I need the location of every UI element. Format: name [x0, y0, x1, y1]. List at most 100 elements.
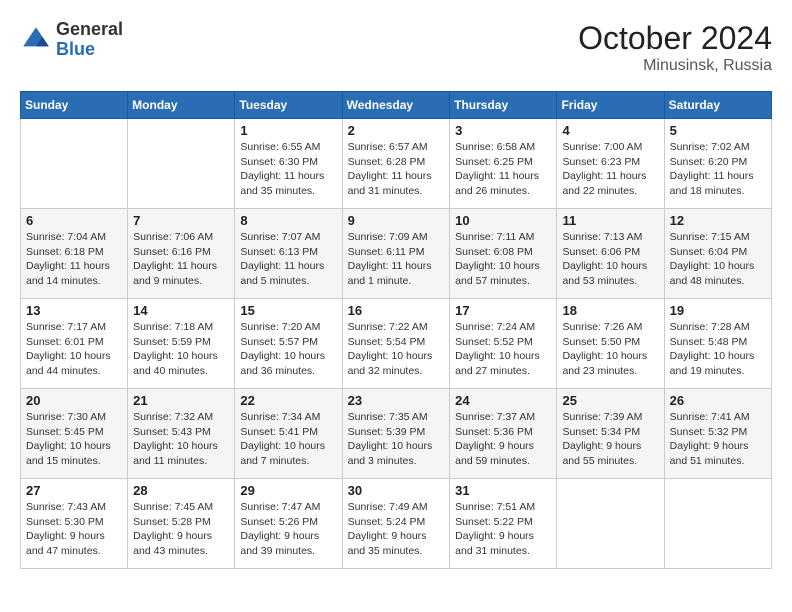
day-info: Sunrise: 7:45 AM Sunset: 5:28 PM Dayligh…: [133, 500, 229, 559]
calendar-cell: 2 Sunrise: 6:57 AM Sunset: 6:28 PM Daylig…: [342, 119, 450, 209]
day-number: 13: [26, 303, 122, 318]
calendar-week-2: 6 Sunrise: 7:04 AM Sunset: 6:18 PM Daylig…: [21, 209, 772, 299]
calendar-cell: 5Sunrise: 7:02 AM Sunset: 6:20 PM Daylig…: [664, 119, 771, 209]
day-number: 15: [240, 303, 336, 318]
day-number: 5: [670, 123, 766, 138]
day-number: 1: [240, 123, 336, 138]
day-info: Sunrise: 6:58 AM Sunset: 6:25 PM Dayligh…: [455, 140, 551, 199]
day-header-thursday: Thursday: [450, 92, 557, 119]
day-header-tuesday: Tuesday: [235, 92, 342, 119]
calendar-cell: 20Sunrise: 7:30 AM Sunset: 5:45 PM Dayli…: [21, 389, 128, 479]
day-header-monday: Monday: [128, 92, 235, 119]
calendar-cell: [21, 119, 128, 209]
day-number: 6: [26, 213, 122, 228]
logo-general: General: [56, 20, 123, 40]
day-header-saturday: Saturday: [664, 92, 771, 119]
calendar-cell: 13 Sunrise: 7:17 AM Sunset: 6:01 PM Dayli…: [21, 299, 128, 389]
calendar-cell: 6 Sunrise: 7:04 AM Sunset: 6:18 PM Daylig…: [21, 209, 128, 299]
day-info: Sunrise: 7:07 AM Sunset: 6:13 PM Dayligh…: [240, 230, 336, 289]
day-info: Sunrise: 7:09 AM Sunset: 6:11 PM Dayligh…: [348, 230, 445, 289]
logo-blue: Blue: [56, 40, 123, 60]
day-header-sunday: Sunday: [21, 92, 128, 119]
day-info: Sunrise: 7:43 AM Sunset: 5:30 PM Dayligh…: [26, 500, 122, 559]
day-number: 12: [670, 213, 766, 228]
day-info: Sunrise: 7:00 AM Sunset: 6:23 PM Dayligh…: [562, 140, 658, 199]
calendar-cell: 3 Sunrise: 6:58 AM Sunset: 6:25 PM Daylig…: [450, 119, 557, 209]
day-number: 19: [670, 303, 766, 318]
day-number: 9: [348, 213, 445, 228]
day-info: Sunrise: 7:32 AM Sunset: 5:43 PM Dayligh…: [133, 410, 229, 469]
day-number: 16: [348, 303, 445, 318]
calendar-cell: [128, 119, 235, 209]
page-header: General Blue October 2024 Minusinsk, Rus…: [20, 20, 772, 75]
calendar-header-row: SundayMondayTuesdayWednesdayThursdayFrid…: [21, 92, 772, 119]
calendar-cell: 31Sunrise: 7:51 AM Sunset: 5:22 PM Dayli…: [450, 479, 557, 569]
day-header-friday: Friday: [557, 92, 664, 119]
calendar-cell: 22 Sunrise: 7:34 AM Sunset: 5:41 PM Dayli…: [235, 389, 342, 479]
calendar-cell: 18Sunrise: 7:26 AM Sunset: 5:50 PM Dayli…: [557, 299, 664, 389]
day-number: 2: [348, 123, 445, 138]
day-number: 24: [455, 393, 551, 408]
calendar-cell: 25Sunrise: 7:39 AM Sunset: 5:34 PM Dayli…: [557, 389, 664, 479]
day-number: 17: [455, 303, 551, 318]
calendar-cell: 28Sunrise: 7:45 AM Sunset: 5:28 PM Dayli…: [128, 479, 235, 569]
location: Minusinsk, Russia: [578, 57, 772, 75]
calendar-cell: [557, 479, 664, 569]
day-number: 25: [562, 393, 658, 408]
logo-icon: [20, 24, 52, 56]
day-number: 3: [455, 123, 551, 138]
day-info: Sunrise: 7:13 AM Sunset: 6:06 PM Dayligh…: [562, 230, 658, 289]
calendar-cell: 27 Sunrise: 7:43 AM Sunset: 5:30 PM Dayli…: [21, 479, 128, 569]
day-number: 23: [348, 393, 445, 408]
day-info: Sunrise: 7:28 AM Sunset: 5:48 PM Dayligh…: [670, 320, 766, 379]
calendar-cell: 26 Sunrise: 7:41 AM Sunset: 5:32 PM Dayli…: [664, 389, 771, 479]
day-info: Sunrise: 7:35 AM Sunset: 5:39 PM Dayligh…: [348, 410, 445, 469]
day-number: 21: [133, 393, 229, 408]
day-number: 29: [240, 483, 336, 498]
day-number: 11: [562, 213, 658, 228]
calendar-table: SundayMondayTuesdayWednesdayThursdayFrid…: [20, 91, 772, 569]
calendar-cell: 4Sunrise: 7:00 AM Sunset: 6:23 PM Daylig…: [557, 119, 664, 209]
day-number: 10: [455, 213, 551, 228]
calendar-cell: 7Sunrise: 7:06 AM Sunset: 6:16 PM Daylig…: [128, 209, 235, 299]
day-number: 7: [133, 213, 229, 228]
day-number: 27: [26, 483, 122, 498]
calendar-cell: 19 Sunrise: 7:28 AM Sunset: 5:48 PM Dayli…: [664, 299, 771, 389]
calendar-cell: 24 Sunrise: 7:37 AM Sunset: 5:36 PM Dayli…: [450, 389, 557, 479]
day-number: 30: [348, 483, 445, 498]
calendar-cell: 23 Sunrise: 7:35 AM Sunset: 5:39 PM Dayli…: [342, 389, 450, 479]
day-info: Sunrise: 7:04 AM Sunset: 6:18 PM Dayligh…: [26, 230, 122, 289]
calendar-cell: 15 Sunrise: 7:20 AM Sunset: 5:57 PM Dayli…: [235, 299, 342, 389]
day-info: Sunrise: 7:37 AM Sunset: 5:36 PM Dayligh…: [455, 410, 551, 469]
calendar-cell: 11 Sunrise: 7:13 AM Sunset: 6:06 PM Dayli…: [557, 209, 664, 299]
day-number: 8: [240, 213, 336, 228]
day-info: Sunrise: 7:20 AM Sunset: 5:57 PM Dayligh…: [240, 320, 336, 379]
day-info: Sunrise: 7:17 AM Sunset: 6:01 PM Dayligh…: [26, 320, 122, 379]
calendar-cell: 10 Sunrise: 7:11 AM Sunset: 6:08 PM Dayli…: [450, 209, 557, 299]
day-info: Sunrise: 7:11 AM Sunset: 6:08 PM Dayligh…: [455, 230, 551, 289]
calendar-cell: 1Sunrise: 6:55 AM Sunset: 6:30 PM Daylig…: [235, 119, 342, 209]
day-info: Sunrise: 7:22 AM Sunset: 5:54 PM Dayligh…: [348, 320, 445, 379]
calendar-cell: 30Sunrise: 7:49 AM Sunset: 5:24 PM Dayli…: [342, 479, 450, 569]
day-number: 31: [455, 483, 551, 498]
calendar-cell: 14 Sunrise: 7:18 AM Sunset: 5:59 PM Dayli…: [128, 299, 235, 389]
calendar-cell: 12Sunrise: 7:15 AM Sunset: 6:04 PM Dayli…: [664, 209, 771, 299]
day-info: Sunrise: 7:26 AM Sunset: 5:50 PM Dayligh…: [562, 320, 658, 379]
day-header-wednesday: Wednesday: [342, 92, 450, 119]
day-info: Sunrise: 7:18 AM Sunset: 5:59 PM Dayligh…: [133, 320, 229, 379]
day-number: 26: [670, 393, 766, 408]
title-block: October 2024 Minusinsk, Russia: [578, 20, 772, 75]
calendar-cell: 29Sunrise: 7:47 AM Sunset: 5:26 PM Dayli…: [235, 479, 342, 569]
calendar-cell: 16 Sunrise: 7:22 AM Sunset: 5:54 PM Dayli…: [342, 299, 450, 389]
calendar-cell: 8 Sunrise: 7:07 AM Sunset: 6:13 PM Daylig…: [235, 209, 342, 299]
day-info: Sunrise: 7:41 AM Sunset: 5:32 PM Dayligh…: [670, 410, 766, 469]
day-info: Sunrise: 7:24 AM Sunset: 5:52 PM Dayligh…: [455, 320, 551, 379]
calendar-cell: 21 Sunrise: 7:32 AM Sunset: 5:43 PM Dayli…: [128, 389, 235, 479]
day-number: 14: [133, 303, 229, 318]
day-info: Sunrise: 6:57 AM Sunset: 6:28 PM Dayligh…: [348, 140, 445, 199]
logo-text: General Blue: [56, 20, 123, 60]
day-info: Sunrise: 7:34 AM Sunset: 5:41 PM Dayligh…: [240, 410, 336, 469]
day-number: 22: [240, 393, 336, 408]
calendar-week-1: 1Sunrise: 6:55 AM Sunset: 6:30 PM Daylig…: [21, 119, 772, 209]
day-info: Sunrise: 7:30 AM Sunset: 5:45 PM Dayligh…: [26, 410, 122, 469]
